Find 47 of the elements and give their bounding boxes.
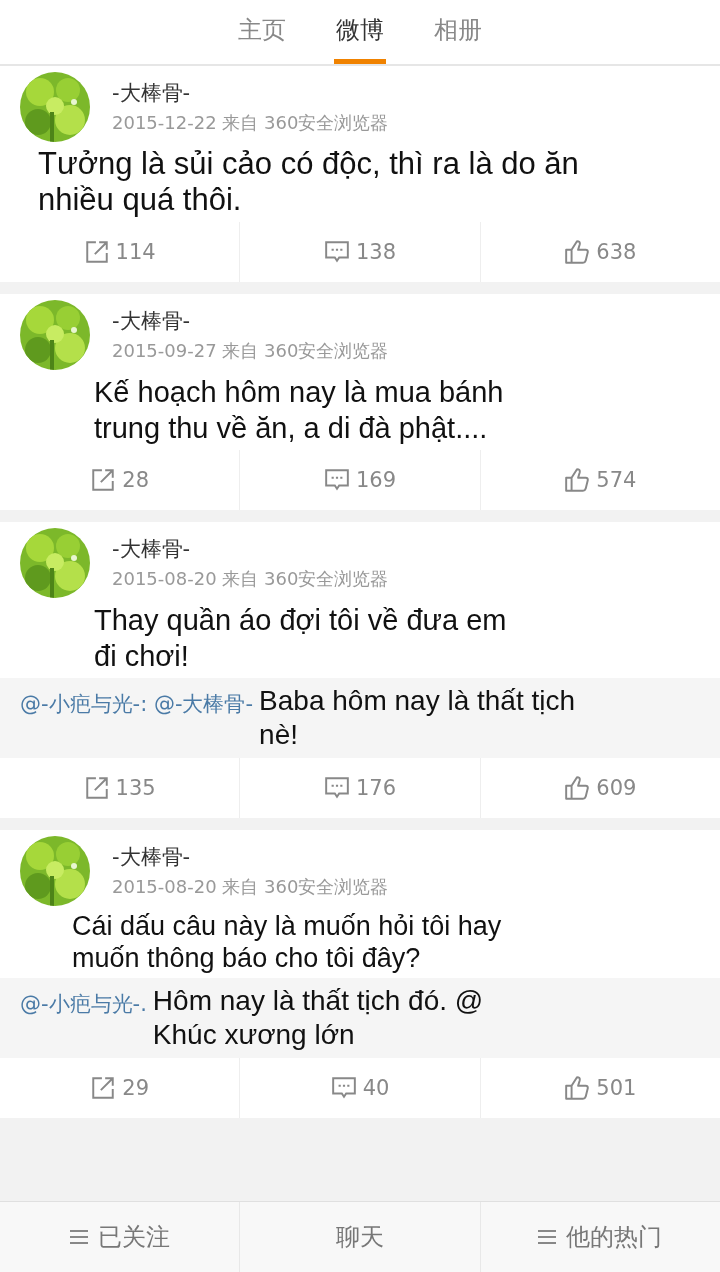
bottom-tab[interactable]: 他的热门 bbox=[480, 1202, 720, 1272]
like-button[interactable]: 501 bbox=[480, 1058, 720, 1118]
bottom-tab[interactable]: 聊天 bbox=[240, 1202, 481, 1272]
repost-button[interactable]: 114 bbox=[0, 222, 241, 282]
post-text: Cái dấu câu này là muốn hỏi tôi hay muốn thông báo cho tôi đây? bbox=[71, 910, 503, 975]
repost-button[interactable]: 135 bbox=[0, 758, 241, 818]
repost-button[interactable]: 29 bbox=[0, 1058, 241, 1118]
thumbs-up-icon bbox=[564, 239, 591, 265]
like-button[interactable]: 638 bbox=[480, 222, 720, 282]
repost-button[interactable]: 28 bbox=[0, 450, 241, 510]
comment-icon bbox=[323, 239, 350, 265]
mention-link[interactable]: @-小疤与光-: @-大棒骨- bbox=[20, 684, 254, 718]
comment-icon bbox=[323, 467, 350, 493]
author-name[interactable]: -大棒骨- bbox=[112, 307, 389, 335]
repost-text: Hôm nay là thất tịch đó. @ Khúc xương lớn bbox=[152, 984, 485, 1052]
like-button[interactable]: 609 bbox=[480, 758, 720, 818]
thumbs-up-icon bbox=[564, 1075, 591, 1101]
menu-icon bbox=[69, 1230, 88, 1244]
bottom-tab[interactable]: 已关注 bbox=[0, 1202, 241, 1272]
author-name[interactable]: -大棒骨- bbox=[112, 79, 389, 107]
mention-link[interactable]: @-小疤与光-. bbox=[20, 984, 147, 1018]
menu-icon bbox=[538, 1230, 557, 1244]
thumbs-up-icon bbox=[564, 467, 591, 493]
comment-button[interactable]: 169 bbox=[240, 450, 481, 510]
post-meta: 2015-12-22 来自 360安全浏览器 bbox=[112, 111, 389, 135]
tab[interactable]: 相册 bbox=[432, 0, 484, 64]
share-icon bbox=[83, 239, 110, 265]
post-text: Thay quần áo đợi tôi về đưa em đi chơi! bbox=[93, 603, 508, 674]
post-meta: 2015-08-20 来自 360安全浏览器 bbox=[112, 875, 389, 899]
share-icon bbox=[90, 1075, 117, 1101]
post-text: Kế hoạch hôm nay là mua bánh trung thu về ăn, a di đà phật.... bbox=[93, 375, 505, 446]
post-meta: 2015-08-20 来自 360安全浏览器 bbox=[112, 567, 389, 591]
comment-button[interactable]: 176 bbox=[240, 758, 481, 818]
comment-icon bbox=[330, 1075, 357, 1101]
comment-button[interactable]: 40 bbox=[240, 1058, 481, 1118]
post-text: Tưởng là sủi cảo có độc, thì ra là do ăn nhiều quá thôi. bbox=[37, 145, 580, 219]
author-name[interactable]: -大棒骨- bbox=[112, 535, 389, 563]
share-icon bbox=[83, 775, 110, 801]
like-button[interactable]: 574 bbox=[480, 450, 720, 510]
comment-icon bbox=[323, 775, 350, 801]
comment-button[interactable]: 138 bbox=[240, 222, 481, 282]
repost-text: Baba hôm nay là thất tịch nè! bbox=[259, 684, 577, 752]
post-meta: 2015-09-27 来自 360安全浏览器 bbox=[112, 339, 389, 363]
author-name[interactable]: -大棒骨- bbox=[112, 843, 389, 871]
share-icon bbox=[90, 467, 117, 493]
tab[interactable]: 主页 bbox=[236, 0, 288, 64]
thumbs-up-icon bbox=[564, 775, 591, 801]
